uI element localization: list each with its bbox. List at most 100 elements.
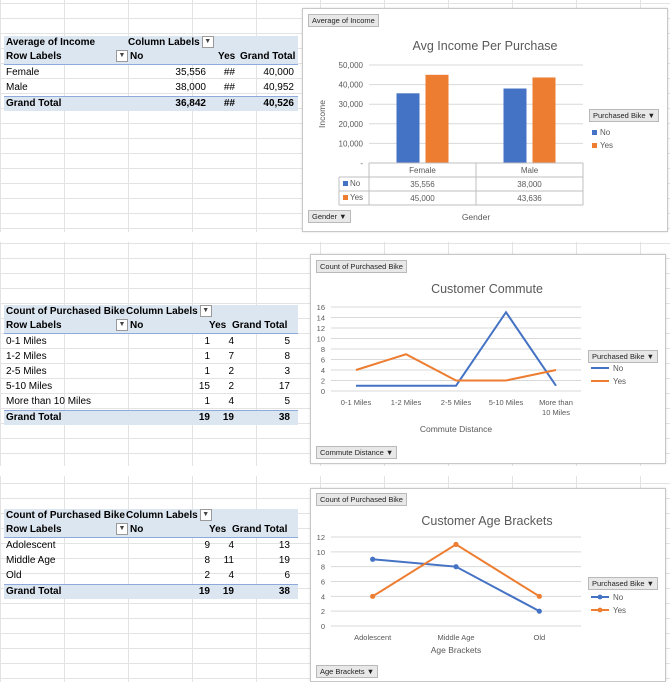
chart-title: Customer Commute (431, 282, 543, 296)
cell-total: 13 (278, 540, 290, 551)
grand-total-row[interactable]: Grand Total 19 19 38 (4, 410, 298, 425)
cell-total: 19 (278, 555, 290, 566)
table-row[interactable]: 2-5 Miles 1 2 3 (4, 365, 298, 379)
legend-field-button[interactable]: Purchased Bike ▼ (588, 577, 659, 590)
axis-field-button[interactable]: Commute Distance ▼ (316, 446, 398, 459)
chart-title: Customer Age Brackets (421, 514, 552, 528)
x-axis-title: Commute Distance (420, 424, 493, 434)
column-labels-header[interactable]: Column Labels ▼ (126, 509, 212, 523)
x-category-label: Old (533, 633, 545, 642)
data-label: 38,000 (517, 180, 542, 189)
data-point-no (536, 608, 542, 614)
chevron-down-icon[interactable]: ▼ (116, 319, 128, 331)
col-total-header: Grand Total (240, 51, 296, 62)
chevron-down-icon[interactable]: ▼ (201, 36, 214, 49)
cell-yes: 7 (228, 351, 234, 362)
cell-yes: 4 (228, 336, 234, 347)
table-row[interactable]: Female 35,556 ## 40,000 (4, 66, 298, 80)
legend-label: Yes (613, 606, 626, 615)
bar-no (503, 88, 527, 163)
row-label: 2-5 Miles (6, 366, 47, 377)
chart-avg-income[interactable]: Average of Income Avg Income Per Purchas… (302, 8, 668, 232)
x-category-label: 0-1 Miles (341, 398, 372, 407)
x-category-label: More than (539, 398, 573, 407)
col-no-header: No (130, 320, 144, 331)
y-tick-label: 6 (321, 578, 325, 587)
section-divider (0, 232, 670, 242)
legend-field-button[interactable]: Purchased Bike ▼ (589, 109, 660, 122)
legend-field-button[interactable]: Purchased Bike ▼ (588, 350, 659, 363)
legend-key-yes (592, 143, 597, 148)
chevron-down-icon[interactable]: ▼ (339, 212, 346, 221)
cell-yes: ## (223, 82, 235, 93)
cell-total: 3 (284, 366, 290, 377)
row-label: More than 10 Miles (6, 396, 92, 407)
bar-yes (425, 74, 449, 163)
row-label: Female (6, 67, 40, 78)
row-labels-header: Row Labels (6, 320, 62, 331)
y-tick-label: 6 (321, 356, 325, 365)
chevron-down-icon[interactable]: ▼ (386, 448, 393, 457)
x-category-label: 1-2 Miles (391, 398, 422, 407)
cell-no: 19 (198, 412, 210, 423)
cell-no: 1 (204, 396, 210, 407)
y-tick-label: 10 (317, 335, 325, 344)
pivot-subheader-row: Row Labels ▼ No Yes Grand Total (4, 319, 298, 334)
chevron-down-icon[interactable]: ▼ (648, 111, 655, 120)
cell-yes: 2 (228, 366, 234, 377)
chevron-down-icon[interactable]: ▼ (199, 509, 212, 522)
row-label: Grand Total (6, 586, 62, 597)
chart-age-brackets[interactable]: Count of Purchased Bike Customer Age Bra… (310, 488, 666, 682)
cell-total: 5 (284, 336, 290, 347)
table-row[interactable]: Male 38,000 ## 40,952 (4, 81, 298, 95)
column-labels-header[interactable]: Column Labels ▼ (128, 36, 214, 50)
axis-field-button[interactable]: Age Brackets ▼ (316, 665, 379, 678)
col-yes-header: Yes (209, 524, 227, 535)
chevron-down-icon[interactable]: ▼ (116, 50, 128, 62)
y-tick-label: 4 (321, 366, 325, 375)
data-label: 35,556 (410, 180, 435, 189)
chevron-down-icon[interactable]: ▼ (647, 579, 654, 588)
row-label: Middle Age (6, 555, 56, 566)
cell-total: 17 (278, 381, 290, 392)
y-tick-label: 14 (317, 314, 325, 323)
legend-label: No (613, 593, 624, 602)
bar-yes (532, 77, 556, 163)
pivot-header-row: Average of Income Column Labels ▼ (4, 36, 298, 50)
pivot-header-row: Count of Purchased Bike Column Labels ▼ (4, 509, 298, 523)
table-row[interactable]: Old 2 4 6 (4, 569, 298, 583)
cell-total: 38 (278, 412, 290, 423)
table-row[interactable]: 0-1 Miles 1 4 5 (4, 335, 298, 349)
cell-no: 9 (204, 540, 210, 551)
data-point-no (453, 564, 459, 570)
axis-field-button[interactable]: Gender ▼ (308, 210, 351, 223)
chevron-down-icon[interactable]: ▼ (116, 523, 128, 535)
table-row[interactable]: 1-2 Miles 1 7 8 (4, 350, 298, 364)
table-row[interactable]: 5-10 Miles 15 2 17 (4, 380, 298, 394)
column-labels-header[interactable]: Column Labels ▼ (126, 305, 212, 319)
row-label: Grand Total (6, 412, 62, 423)
data-point-yes (536, 593, 542, 599)
table-row[interactable]: Middle Age 8 11 19 (4, 554, 298, 568)
x-category-label: Male (521, 166, 539, 175)
row-label: Grand Total (6, 98, 62, 109)
y-tick-label: 50,000 (339, 61, 364, 70)
x-axis-title: Age Brackets (431, 645, 482, 655)
cell-no: 8 (204, 555, 210, 566)
cell-yes: 19 (222, 586, 234, 597)
chevron-down-icon[interactable]: ▼ (367, 667, 374, 676)
y-tick-label: 8 (321, 563, 325, 572)
chevron-down-icon[interactable]: ▼ (199, 305, 212, 318)
y-tick-label: 12 (317, 324, 325, 333)
table-row[interactable]: Adolescent 9 4 13 (4, 539, 298, 553)
grand-total-row[interactable]: Grand Total 19 19 38 (4, 584, 298, 599)
table-row[interactable]: More than 10 Miles 1 4 5 (4, 395, 298, 409)
cell-no: 1 (204, 366, 210, 377)
chart-commute[interactable]: Count of Purchased Bike Customer Commute… (310, 254, 666, 464)
chevron-down-icon[interactable]: ▼ (647, 352, 654, 361)
y-tick-label: 2 (321, 607, 325, 616)
grand-total-row[interactable]: Grand Total 36,842 ## 40,526 (4, 96, 298, 111)
data-point-yes (453, 541, 459, 548)
legend-marker (597, 594, 603, 600)
y-tick-label: 16 (317, 303, 325, 312)
